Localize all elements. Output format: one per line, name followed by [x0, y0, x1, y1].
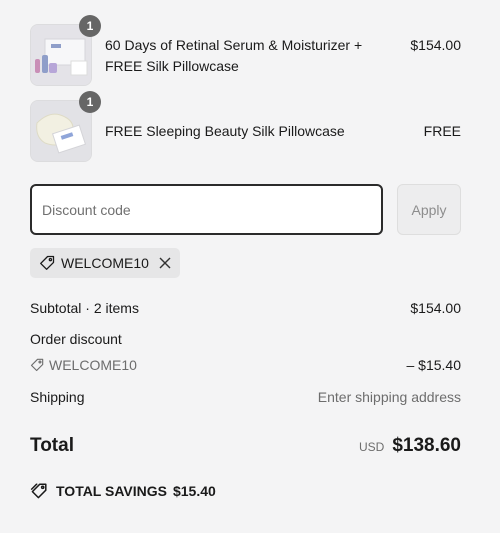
line-item: 1 60 Days of Retinal Serum & Moisturizer… — [30, 15, 461, 86]
line-item: 1 FREE Sleeping Beauty Silk Pillowcase F… — [30, 91, 461, 162]
close-icon[interactable] — [159, 257, 171, 269]
discount-code-text: WELCOME10 — [49, 357, 137, 373]
subtotal-row: Subtotal · 2 items $154.00 — [30, 295, 461, 321]
product-price: $154.00 — [410, 37, 461, 53]
cost-summary: Subtotal · 2 items $154.00 Order discoun… — [30, 295, 461, 500]
applied-discount-chip: WELCOME10 — [30, 248, 180, 278]
subtotal-value: $154.00 — [410, 300, 461, 316]
apply-discount-button[interactable]: Apply — [397, 184, 461, 235]
product-price: FREE — [423, 123, 461, 139]
shipping-value: Enter shipping address — [317, 389, 461, 405]
tag-icon — [39, 255, 55, 271]
savings-label: TOTAL SAVINGS — [56, 483, 167, 499]
quantity-badge: 1 — [79, 91, 101, 113]
product-title: 60 Days of Retinal Serum & Moisturizer +… — [105, 37, 363, 74]
order-discount-label: Order discount — [30, 331, 122, 347]
discount-form: Apply — [30, 184, 461, 235]
subtotal-label: Subtotal · 2 items — [30, 300, 139, 316]
order-summary: 1 60 Days of Retinal Serum & Moisturizer… — [30, 15, 461, 500]
total-row: Total USD $138.60 — [30, 430, 461, 462]
total-amount: $138.60 — [392, 435, 461, 456]
discount-code-label: WELCOME10 — [30, 357, 137, 373]
shipping-row: Shipping Enter shipping address — [30, 384, 461, 410]
discount-code-row: WELCOME10 – $15.40 — [30, 352, 461, 378]
discount-code-input[interactable] — [30, 184, 383, 235]
savings-tag-icon — [30, 483, 47, 499]
product-thumbnail-container: 1 — [30, 91, 101, 162]
currency-code: USD — [358, 440, 385, 454]
product-thumbnail-container: 1 — [30, 15, 101, 86]
savings-amount: $15.40 — [172, 483, 216, 499]
discount-value: – $15.40 — [406, 357, 462, 373]
quantity-badge: 1 — [79, 15, 101, 37]
tag-icon — [30, 358, 44, 372]
total-price: USD $138.60 — [359, 435, 461, 457]
product-title: FREE Sleeping Beauty Silk Pillowcase — [105, 123, 345, 139]
total-label: Total — [30, 435, 74, 456]
order-discount-row: Order discount — [30, 326, 461, 352]
total-savings: TOTAL SAVINGS $15.40 — [30, 482, 461, 500]
applied-discount-code: WELCOME10 — [61, 255, 149, 271]
shipping-label: Shipping — [30, 389, 85, 405]
